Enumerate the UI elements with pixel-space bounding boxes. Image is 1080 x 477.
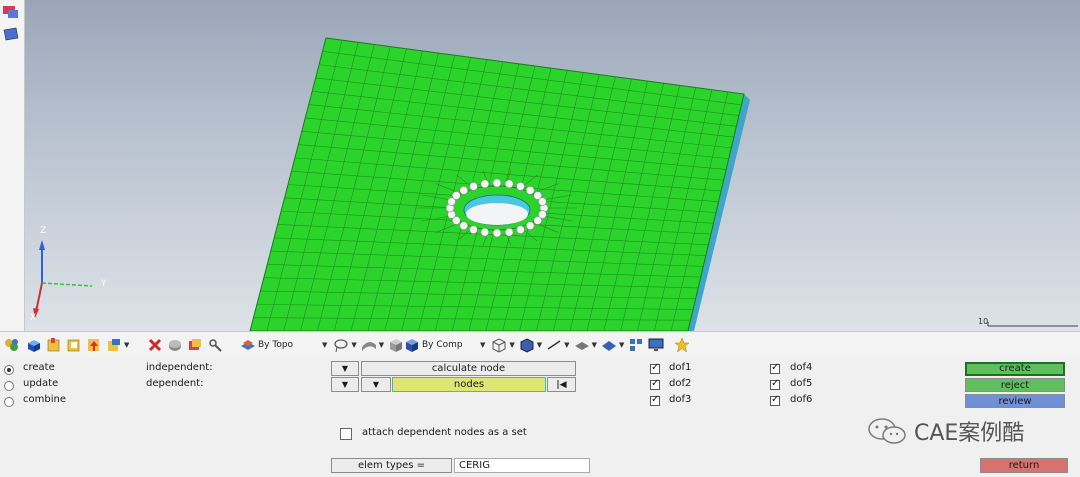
scale-label: 10 <box>978 317 989 326</box>
edit-icon[interactable] <box>167 337 183 353</box>
independent-entity-dropdown[interactable]: ▼ <box>331 361 359 376</box>
node-marker[interactable] <box>538 197 547 206</box>
node-marker[interactable] <box>480 227 490 237</box>
node-marker[interactable] <box>504 179 514 189</box>
node-marker[interactable] <box>459 221 469 230</box>
shaded-elements-icon[interactable] <box>519 337 535 353</box>
combine-radio[interactable] <box>4 397 14 407</box>
reject-button[interactable]: reject <box>965 378 1065 392</box>
toolbar-topo-group: By Topo ▼ ▼ ▼ <box>240 336 404 354</box>
create-button[interactable]: create <box>965 362 1065 376</box>
chevron-down-icon[interactable]: ▼ <box>124 341 129 349</box>
plane-shaded-icon[interactable] <box>601 337 617 353</box>
comp-display-icon[interactable] <box>404 337 420 353</box>
node-marker[interactable] <box>492 178 502 188</box>
dof2-label: dof2 <box>669 378 692 389</box>
node-marker[interactable] <box>525 186 535 195</box>
left-icon-strip <box>0 0 25 331</box>
elem-types-field[interactable]: CERIG <box>454 458 590 473</box>
grid-icon[interactable] <box>628 337 644 353</box>
dof5-checkbox[interactable] <box>770 378 780 390</box>
toolbar-left-group: ▼ <box>4 336 129 354</box>
node-marker[interactable] <box>469 225 478 234</box>
independent-label: independent: <box>146 362 213 373</box>
lasso-icon[interactable] <box>333 337 349 353</box>
combine-radio-label: combine <box>23 394 66 405</box>
chevron-down-icon[interactable]: ▼ <box>480 341 485 349</box>
plane-icon[interactable] <box>574 337 590 353</box>
dof3-label: dof3 <box>669 394 692 405</box>
scale-bar <box>987 322 1078 327</box>
nodes-collector[interactable]: nodes <box>392 377 546 392</box>
axis-x-label: X <box>30 313 37 323</box>
toolbar-edit-group <box>147 336 223 354</box>
dof5-label: dof5 <box>790 378 813 389</box>
monitor-icon[interactable] <box>648 337 664 353</box>
node-marker[interactable] <box>516 182 525 191</box>
dof2-checkbox[interactable] <box>650 378 660 390</box>
surface-icon[interactable] <box>361 337 377 353</box>
node-marker[interactable] <box>459 186 469 195</box>
watermark-text: CAE案例酷 <box>914 421 1025 446</box>
organize-icon[interactable] <box>187 337 203 353</box>
attach-set-checkbox[interactable] <box>340 428 352 440</box>
view-icon[interactable] <box>2 4 20 20</box>
topology-icon[interactable] <box>240 337 256 353</box>
review-button[interactable]: review <box>965 394 1065 408</box>
node-marker[interactable] <box>469 182 478 191</box>
import-icon[interactable] <box>86 337 102 353</box>
tools-icon[interactable] <box>207 337 223 353</box>
attach-set-label: attach dependent nodes as a set <box>362 427 527 438</box>
star-icon[interactable] <box>674 337 691 353</box>
chevron-down-icon[interactable]: ▼ <box>322 341 327 349</box>
dof6-checkbox[interactable] <box>770 394 780 406</box>
axis-y-label: Y <box>101 279 107 289</box>
graphics-viewport[interactable]: Z Y X 10 <box>0 0 1080 331</box>
mask-icon[interactable] <box>46 337 62 353</box>
model-icon[interactable] <box>2 26 20 42</box>
node-marker[interactable] <box>451 191 461 200</box>
axis-z-label: Z <box>40 226 47 236</box>
hole-through <box>466 203 528 225</box>
delete-icon[interactable] <box>147 337 163 353</box>
line-icon[interactable] <box>546 337 562 353</box>
node-marker[interactable] <box>480 179 490 189</box>
rigid-panel: create update combine independent: depen… <box>0 357 1080 477</box>
mesh-model[interactable] <box>0 0 1080 331</box>
toolbar-comp-group: By Comp ▼ ▼ ▼ ▼ ▼ ▼ <box>404 336 691 354</box>
elem-types-button[interactable]: elem types = <box>331 458 452 473</box>
create-radio[interactable] <box>4 365 14 375</box>
wireframe-icon[interactable] <box>491 337 507 353</box>
dependent-entity-dropdown[interactable]: ▼ <box>331 377 359 392</box>
components-icon[interactable] <box>4 337 20 353</box>
main-toolbar: ▼ By Topo ▼ ▼ ▼ By Comp ▼ ▼ ▼ ▼ ▼ ▼ <box>0 331 1080 359</box>
dof3-checkbox[interactable] <box>650 394 660 406</box>
update-radio-label: update <box>23 378 59 389</box>
dof1-label: dof1 <box>669 362 692 373</box>
node-marker[interactable] <box>504 227 514 237</box>
node-marker[interactable] <box>525 221 535 230</box>
by-topo-dropdown[interactable]: By Topo <box>258 340 320 350</box>
solid-icon[interactable] <box>388 337 404 353</box>
dependent-label: dependent: <box>146 378 204 389</box>
axis-triad <box>33 240 93 318</box>
create-radio-label: create <box>23 362 55 373</box>
dof6-label: dof6 <box>790 394 813 405</box>
dof1-checkbox[interactable] <box>650 362 660 374</box>
shaded-cube-icon[interactable] <box>26 337 42 353</box>
update-radio[interactable] <box>4 381 14 391</box>
return-button[interactable]: return <box>980 458 1068 473</box>
node-marker[interactable] <box>516 225 525 234</box>
dof4-label: dof4 <box>790 362 813 373</box>
unmask-icon[interactable] <box>66 337 82 353</box>
nodes-selector-dropdown[interactable]: ▼ <box>361 377 391 392</box>
by-comp-dropdown[interactable]: By Comp <box>422 340 478 350</box>
node-marker[interactable] <box>492 228 502 238</box>
wechat-icon <box>868 418 906 444</box>
export-icon[interactable] <box>106 337 122 353</box>
calculate-node-button[interactable]: calculate node <box>361 361 576 376</box>
dof4-checkbox[interactable] <box>770 362 780 374</box>
reset-nodes-button[interactable]: |◀ <box>547 377 576 392</box>
node-marker[interactable] <box>533 216 543 225</box>
